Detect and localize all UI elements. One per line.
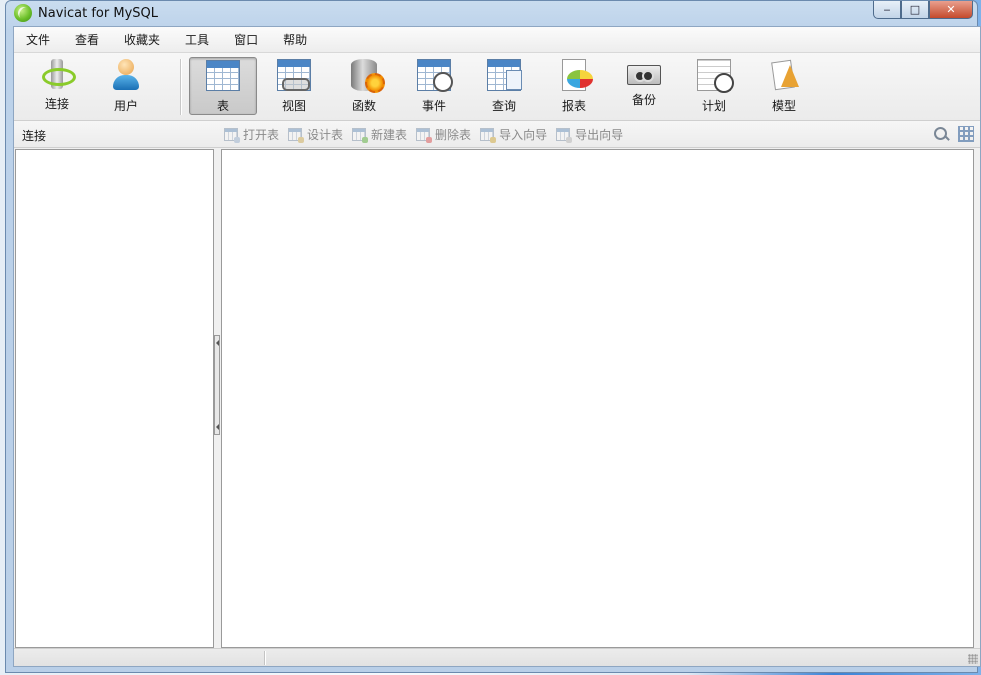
app-window: Navicat for MySQL ‒ □ ✕ 文件 查看 收藏夹 工具 窗口 … — [5, 0, 981, 673]
window-title: Navicat for MySQL — [38, 5, 158, 21]
new-table-button[interactable]: 新建表 — [352, 126, 407, 143]
open-table-label: 打开表 — [243, 128, 280, 142]
report-icon — [562, 59, 593, 91]
toolbar-view-button[interactable]: 视图 — [260, 57, 328, 115]
open-table-icon — [224, 128, 240, 143]
export-wizard-button[interactable]: 导出向导 — [556, 126, 623, 143]
close-button[interactable]: ✕ — [929, 1, 973, 19]
menu-window[interactable]: 窗口 — [228, 29, 264, 50]
user-icon — [109, 59, 143, 91]
export-wizard-icon — [556, 128, 573, 143]
object-toolbar: 连接 打开表 设计表 新建表 删除表 导入向导 导出向导 — [14, 121, 980, 148]
toolbar-backup-label: 备份 — [631, 93, 656, 107]
status-bar — [14, 648, 980, 666]
delete-table-button[interactable]: 删除表 — [416, 126, 471, 143]
toolbar-function-label: 函数 — [351, 99, 376, 113]
toolbar-user-button[interactable]: 用户 — [92, 57, 160, 115]
import-wizard-label: 导入向导 — [499, 128, 548, 142]
object-actions: 打开表 设计表 新建表 删除表 导入向导 导出向导 — [224, 126, 632, 143]
connection-pane-title: 连接 — [22, 129, 47, 143]
backup-icon — [627, 65, 661, 85]
toolbar-backup-button[interactable]: 备份 — [610, 57, 678, 115]
connection-icon — [42, 59, 76, 89]
toolbar-table-label: 表 — [216, 99, 229, 113]
import-wizard-icon — [480, 128, 497, 143]
title-bar[interactable]: Navicat for MySQL ‒ □ ✕ — [6, 1, 977, 25]
maximize-button[interactable]: □ — [901, 1, 929, 19]
design-table-icon — [288, 128, 305, 143]
menu-bar: 文件 查看 收藏夹 工具 窗口 帮助 — [14, 27, 980, 53]
menu-file[interactable]: 文件 — [20, 29, 56, 50]
toolbar-function-button[interactable]: 函数 — [330, 57, 398, 115]
view-icon — [277, 59, 311, 91]
delete-table-label: 删除表 — [435, 128, 472, 142]
open-table-button[interactable]: 打开表 — [224, 126, 279, 143]
toolbar-query-button[interactable]: 查询 — [470, 57, 538, 115]
menu-view[interactable]: 查看 — [69, 29, 105, 50]
toolbar-model-label: 模型 — [771, 99, 796, 113]
toolbar-user-label: 用户 — [113, 99, 138, 113]
toolbar-separator — [180, 59, 182, 115]
toolbar-schedule-button[interactable]: 计划 — [680, 57, 748, 115]
function-icon — [351, 59, 385, 93]
model-icon — [767, 59, 801, 91]
schedule-icon — [697, 59, 734, 93]
toolbar-view-label: 视图 — [281, 99, 306, 113]
delete-table-icon — [416, 128, 433, 143]
toolbar-connection-button[interactable]: 连接 — [23, 57, 91, 115]
table-icon — [206, 60, 240, 91]
event-icon — [417, 59, 453, 92]
window-controls: ‒ □ ✕ — [873, 1, 973, 19]
minimize-button[interactable]: ‒ — [873, 1, 901, 19]
new-table-icon — [352, 128, 369, 143]
toolbar-schedule-label: 计划 — [701, 99, 726, 113]
pane-splitter[interactable] — [214, 149, 221, 648]
toolbar-table-button[interactable]: 表 — [189, 57, 257, 115]
toolbar-connection-label: 连接 — [44, 97, 69, 111]
import-wizard-button[interactable]: 导入向导 — [480, 126, 547, 143]
export-wizard-label: 导出向导 — [575, 128, 624, 142]
toolbar-query-label: 查询 — [491, 99, 516, 113]
resize-grip[interactable] — [968, 654, 978, 664]
menu-help[interactable]: 帮助 — [277, 29, 313, 50]
new-table-label: 新建表 — [371, 128, 408, 142]
client-area: 文件 查看 收藏夹 工具 窗口 帮助 连接 用户 表 视图 函数 事件 查询 报… — [13, 26, 981, 667]
toolbar-report-label: 报表 — [561, 99, 586, 113]
toolbar-event-button[interactable]: 事件 — [400, 57, 468, 115]
grid-view-icon[interactable] — [958, 126, 974, 142]
toolbar-report-button[interactable]: 报表 — [540, 57, 608, 115]
menu-tools[interactable]: 工具 — [179, 29, 215, 50]
query-icon — [487, 59, 522, 91]
design-table-label: 设计表 — [307, 128, 344, 142]
search-icon[interactable] — [932, 125, 950, 143]
toolbar-model-button[interactable]: 模型 — [750, 57, 818, 115]
splitter-grip[interactable] — [214, 335, 220, 435]
object-list-pane[interactable] — [221, 149, 974, 648]
connection-tree-pane[interactable] — [15, 149, 214, 648]
main-toolbar: 连接 用户 表 视图 函数 事件 查询 报表 备份 计划 模型 — [14, 53, 980, 121]
toolbar-event-label: 事件 — [421, 99, 446, 113]
design-table-button[interactable]: 设计表 — [288, 126, 343, 143]
menu-favorites[interactable]: 收藏夹 — [118, 29, 166, 50]
navicat-logo-icon — [14, 4, 32, 22]
status-divider — [264, 651, 266, 665]
